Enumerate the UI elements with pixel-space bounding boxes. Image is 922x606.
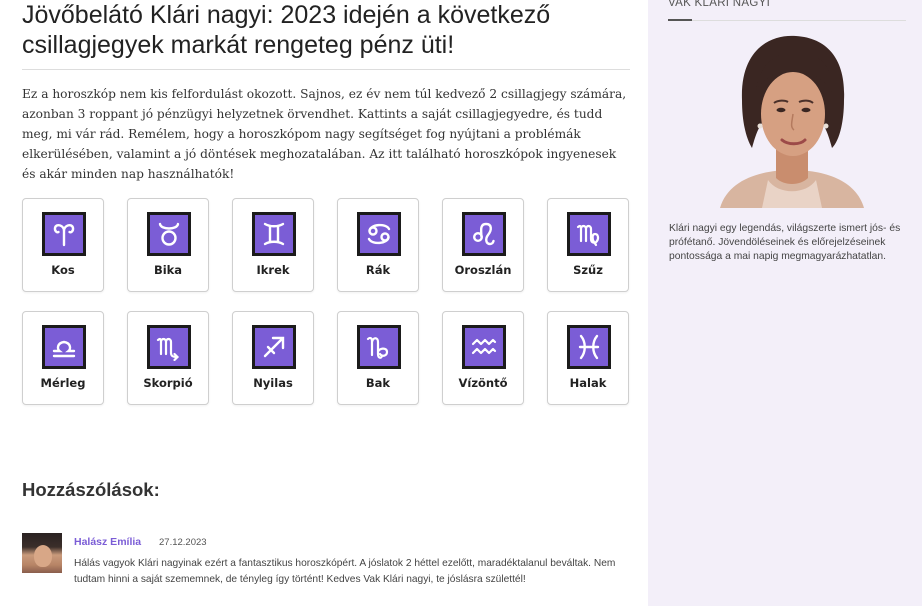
sign-label: Rák <box>365 263 391 277</box>
virgo-icon <box>567 212 611 256</box>
leo-icon <box>462 212 506 256</box>
sidebar-title: Vak Klári nagyi <box>668 0 771 9</box>
sign-label: Nyilas <box>253 376 293 390</box>
title-divider <box>22 69 630 70</box>
avatar <box>22 533 62 573</box>
sign-label: Kos <box>51 263 75 277</box>
sign-tile-rak[interactable]: Rák <box>337 198 419 292</box>
sign-tile-ikrek[interactable]: Ikrek <box>232 198 314 292</box>
sign-tile-skorpio[interactable]: Skorpió <box>127 311 209 405</box>
portrait-image <box>710 30 874 208</box>
intro-paragraph: Ez a horoszkóp nem kis felfordulást okoz… <box>22 87 627 181</box>
sign-label: Halak <box>569 376 607 390</box>
title-line-1: Jövőbelátó Klári nagyi: 2023 idején a kö… <box>22 1 551 29</box>
sign-tile-bika[interactable]: Bika <box>127 198 209 292</box>
sign-tile-oroszlan[interactable]: Oroszlán <box>442 198 524 292</box>
page-title: Jövőbelátó Klári nagyi: 2023 idején a kö… <box>22 0 630 60</box>
sign-label: Vízöntő <box>458 376 508 390</box>
capricorn-icon <box>357 325 401 369</box>
sagittarius-icon <box>252 325 296 369</box>
sign-tile-halak[interactable]: Halak <box>547 311 629 405</box>
sidebar: Vak Klári nagyi <box>648 0 922 606</box>
sign-label: Skorpió <box>143 376 193 390</box>
sign-tile-vizonto[interactable]: Vízöntő <box>442 311 524 405</box>
aries-icon <box>42 212 86 256</box>
sign-label: Oroszlán <box>454 263 512 277</box>
sidebar-bio: Klári nagyi egy legendás, világszerte is… <box>669 223 901 262</box>
comment-author[interactable]: Halász Emília <box>74 536 141 548</box>
scorpio-icon <box>147 325 191 369</box>
comment-date: 27.12.2023 <box>159 537 207 548</box>
sidebar-divider <box>668 20 906 21</box>
pisces-icon <box>567 325 611 369</box>
sign-label: Ikrek <box>256 263 290 277</box>
sidebar-divider-accent <box>668 19 692 21</box>
comments-heading: Hozzászólások: <box>22 479 160 500</box>
libra-icon <box>42 325 86 369</box>
sign-label: Mérleg <box>40 376 86 390</box>
cancer-icon <box>357 212 401 256</box>
taurus-icon <box>147 212 191 256</box>
sign-tile-merleg[interactable]: Mérleg <box>22 311 104 405</box>
sign-tile-bak[interactable]: Bak <box>337 311 419 405</box>
sign-tile-kos[interactable]: Kos <box>22 198 104 292</box>
sign-label: Bak <box>365 376 391 390</box>
comment-text: Hálás vagyok Klári nagyinak ezért a fant… <box>74 558 616 585</box>
aquarius-icon <box>462 325 506 369</box>
sign-label: Bika <box>153 263 183 277</box>
sign-tile-nyilas[interactable]: Nyilas <box>232 311 314 405</box>
article: Jövőbelátó Klári nagyi: 2023 idején a kö… <box>22 0 630 405</box>
sign-label: Szűz <box>573 263 603 277</box>
title-line-2: csillagjegyek markát rengeteg pénz üti! <box>22 31 455 59</box>
sign-tile-szuz[interactable]: Szűz <box>547 198 629 292</box>
gemini-icon <box>252 212 296 256</box>
